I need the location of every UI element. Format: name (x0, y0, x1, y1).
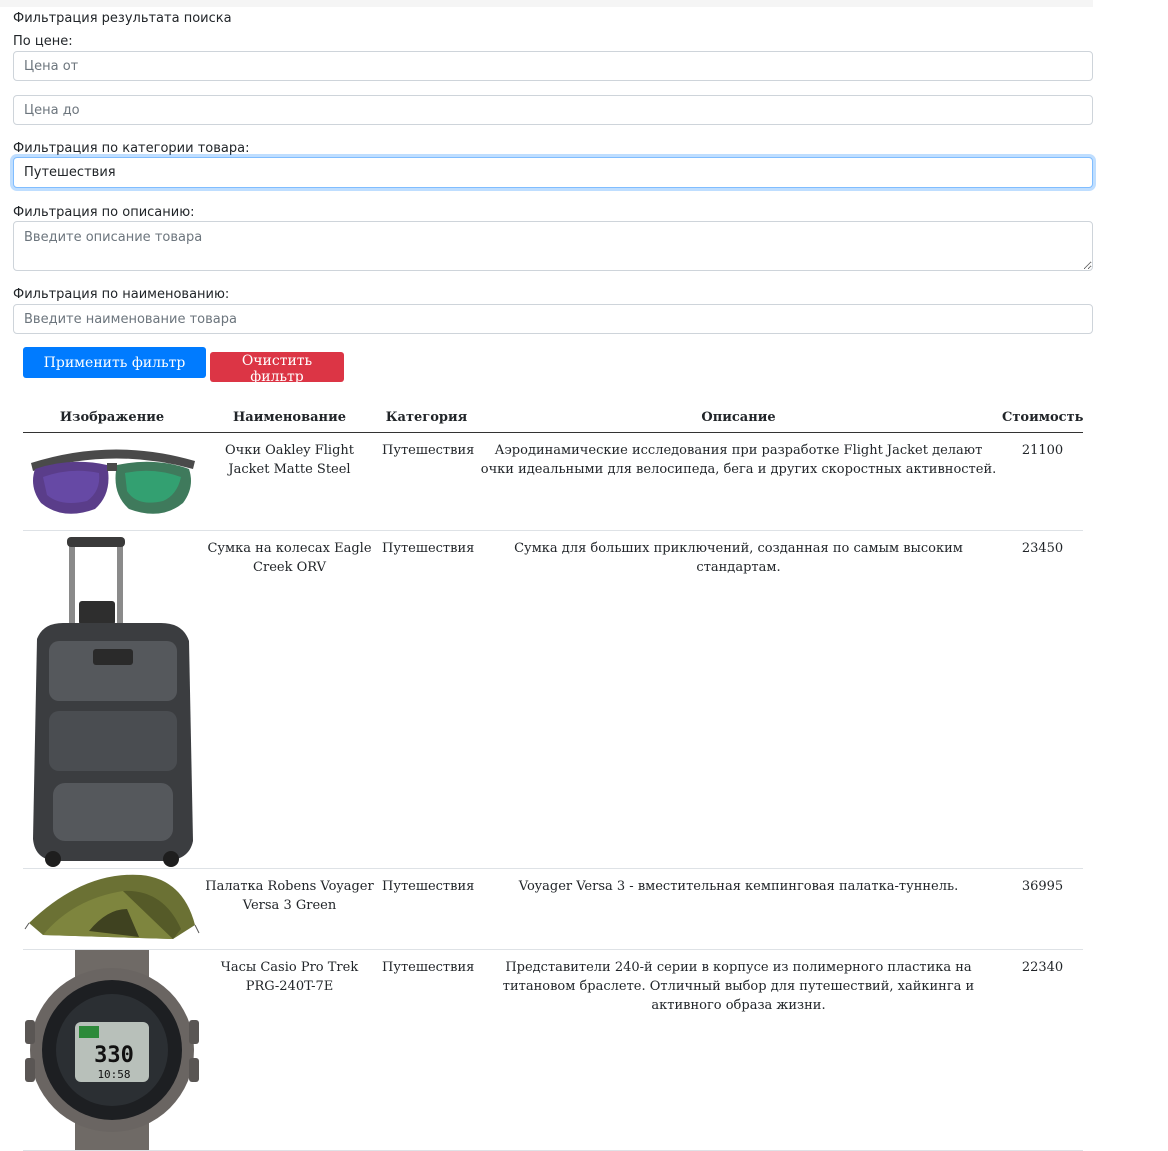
row-category: Путешествия (378, 868, 475, 950)
row-description: Аэродинамические исследования при разраб… (475, 432, 1002, 531)
header-description: Описание (475, 403, 1002, 433)
row-image-cell (23, 530, 201, 869)
table-row: 330 10:58 Часы Casio Pro Trek PRG-240T-7… (23, 949, 1083, 1151)
svg-text:330: 330 (94, 1043, 134, 1068)
tent-image (23, 869, 201, 949)
results-table: Изображение Наименование Категория Описа… (23, 403, 1083, 1151)
name-input[interactable] (13, 304, 1093, 334)
header-category: Категория (378, 403, 475, 433)
header-name: Наименование (201, 403, 378, 433)
row-name: Сумка на колесах Eagle Creek ORV (201, 530, 378, 869)
price-to-input[interactable] (13, 95, 1093, 125)
row-description: Сумка для больших приключений, созданная… (475, 530, 1002, 869)
header-price: Стоимость (1002, 403, 1083, 433)
row-image-cell (23, 868, 201, 950)
row-name: Очки Oakley Flight Jacket Matte Steel (201, 432, 378, 531)
row-name: Палатка Robens Voyager Versa 3 Green (201, 868, 378, 950)
watch-image: 330 10:58 (23, 950, 201, 1150)
category-input[interactable] (13, 157, 1093, 188)
description-textarea[interactable] (13, 221, 1093, 271)
name-label: Фильтрация по наименованию: (13, 287, 230, 302)
row-image-cell (23, 432, 201, 531)
row-price: 36995 (1002, 868, 1083, 950)
price-label: По цене: (13, 34, 73, 49)
header-image: Изображение (23, 403, 201, 433)
row-description: Представители 240-й серии в корпусе из п… (475, 949, 1002, 1151)
row-category: Путешествия (378, 530, 475, 869)
top-strip (0, 0, 1093, 7)
description-label: Фильтрация по описанию: (13, 205, 195, 220)
svg-text:10:58: 10:58 (97, 1068, 130, 1081)
table-row: Палатка Robens Voyager Versa 3 Green Пут… (23, 868, 1083, 950)
apply-filter-button[interactable]: Применить фильтр (23, 347, 206, 378)
sunglasses-image (23, 433, 201, 530)
luggage-image (23, 531, 201, 868)
row-image-cell: 330 10:58 (23, 949, 201, 1151)
row-price: 22340 (1002, 949, 1083, 1151)
price-from-input[interactable] (13, 51, 1093, 81)
filter-title: Фильтрация результата поиска (13, 11, 232, 26)
row-description: Voyager Versa 3 - вместительная кемпинго… (475, 868, 1002, 950)
row-category: Путешествия (378, 949, 475, 1151)
table-row: Сумка на колесах Eagle Creek ORV Путешес… (23, 530, 1083, 869)
row-price: 23450 (1002, 530, 1083, 869)
row-category: Путешествия (378, 432, 475, 531)
row-name: Часы Casio Pro Trek PRG-240T-7E (201, 949, 378, 1151)
category-label: Фильтрация по категории товара: (13, 141, 250, 156)
row-price: 21100 (1002, 432, 1083, 531)
clear-filter-button[interactable]: Очистить фильтр (210, 352, 344, 385)
table-header-row: Изображение Наименование Категория Описа… (23, 403, 1083, 433)
table-row: Очки Oakley Flight Jacket Matte Steel Пу… (23, 432, 1083, 531)
